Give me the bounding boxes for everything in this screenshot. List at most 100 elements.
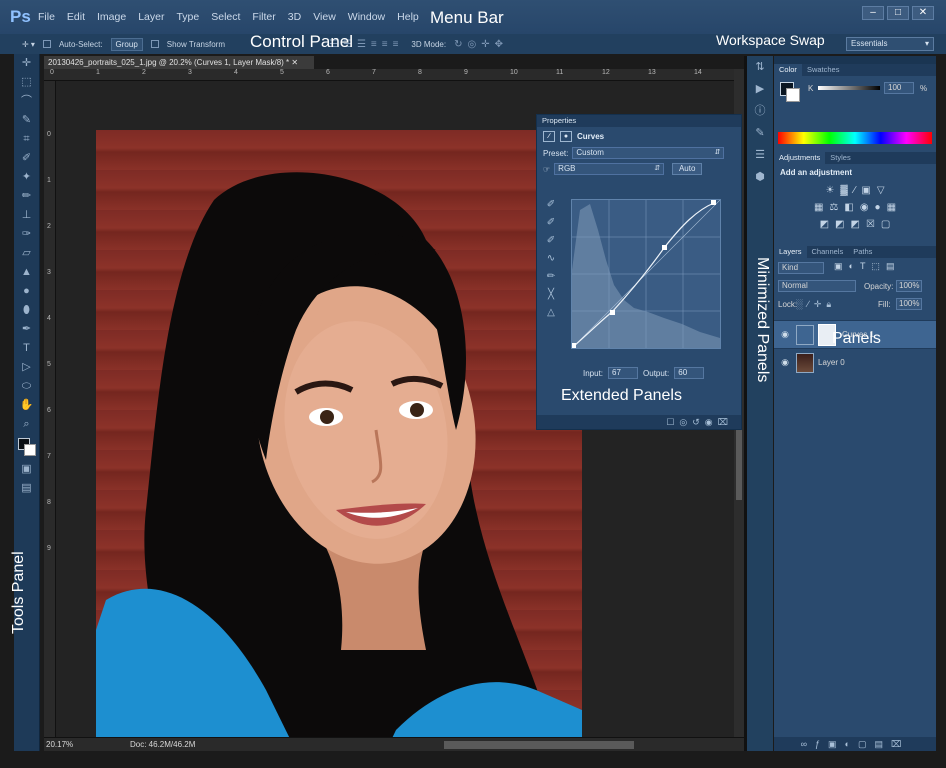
output-field[interactable]: 60	[674, 367, 705, 379]
gray-point-eyedropper-icon[interactable]: ✐	[541, 217, 561, 235]
visibility-eye-icon[interactable]: ◉	[774, 329, 796, 340]
visibility-eye-icon[interactable]: ◉	[774, 357, 796, 368]
lock-icons[interactable]: ░∕✛🔒︎	[796, 299, 836, 310]
background-color-swatch[interactable]	[24, 444, 36, 456]
fill-field[interactable]: 100%	[896, 298, 922, 310]
blur-tool-icon[interactable]: ●	[14, 282, 39, 301]
adjustment-icons[interactable]: ☀▓∕▣▽ ▦⚖◧◉●▦ ◩◩◩☒▢	[788, 182, 928, 233]
shape-tool-icon[interactable]: ⬭	[14, 377, 39, 396]
3d-mode-icons[interactable]: ↻◎✛✥	[454, 39, 508, 50]
menu-file[interactable]: File	[38, 11, 55, 23]
color-background-swatch[interactable]	[786, 88, 800, 102]
tab-color[interactable]: Color	[774, 64, 802, 76]
white-point-eyedropper-icon[interactable]: ✐	[541, 235, 561, 253]
lasso-tool-icon[interactable]: ⌒	[14, 92, 39, 111]
properties-tab[interactable]: Properties	[537, 115, 741, 127]
canvas-vertical-scroll-thumb[interactable]	[736, 430, 742, 500]
fill-label: Fill:	[878, 300, 891, 309]
move-tool-icon[interactable]: ✛ ▾	[22, 40, 35, 49]
curves-graph[interactable]	[571, 199, 721, 349]
type-tool-icon[interactable]: T	[14, 339, 39, 358]
curve-point-icon[interactable]: ∿	[541, 253, 561, 271]
layer-filter-icons[interactable]: ▣◐T⬚▤	[834, 261, 900, 272]
layer-name[interactable]: Layer 0	[818, 358, 845, 367]
brush-panel-icon[interactable]: ✎	[747, 122, 773, 144]
paint-bucket-tool-icon[interactable]: ▲	[14, 263, 39, 282]
healing-tool-icon[interactable]: ✦	[14, 168, 39, 187]
tab-styles[interactable]: Styles	[825, 152, 855, 164]
menu-image[interactable]: Image	[97, 11, 126, 23]
move-tool-icon[interactable]: ✛	[14, 54, 39, 73]
history-panel-icon[interactable]: ⇅	[747, 56, 773, 78]
color-spectrum[interactable]	[778, 132, 932, 144]
zoom-level[interactable]: 20.17%	[46, 738, 73, 752]
blend-mode-dropdown[interactable]: Normal	[778, 280, 856, 292]
eyedropper-tool-icon[interactable]: ✐	[14, 149, 39, 168]
minimize-button[interactable]: –	[862, 6, 884, 20]
layers-footer-icons[interactable]: ∞ƒ▣◐▢▤⌧	[774, 737, 936, 751]
clipping-icon[interactable]: △	[541, 307, 561, 325]
menu-select[interactable]: Select	[211, 11, 240, 23]
screen-mode-icon[interactable]: ▤	[14, 479, 39, 498]
eraser-tool-icon[interactable]: ▱	[14, 244, 39, 263]
pencil-icon[interactable]: ✏	[541, 271, 561, 289]
layer-row-layer-0[interactable]: ◉ Layer 0	[774, 348, 936, 376]
show-transform-checkbox[interactable]	[150, 40, 159, 48]
color-swatches[interactable]	[14, 434, 39, 460]
menu-layer[interactable]: Layer	[138, 11, 164, 23]
marquee-tool-icon[interactable]: ⬚	[14, 73, 39, 92]
menu-3d[interactable]: 3D	[288, 11, 301, 23]
close-button[interactable]: ✕	[912, 6, 934, 20]
menu-view[interactable]: View	[313, 11, 336, 23]
document-tab[interactable]: 20130426_portraits_025_1.jpg @ 20.2% (Cu…	[44, 56, 314, 69]
group-dropdown[interactable]: Group	[110, 37, 143, 51]
tool-presets-icon[interactable]: ☰	[747, 144, 773, 166]
close-tab-icon[interactable]: ✕	[291, 58, 298, 67]
target-adjust-icon[interactable]: ☞	[543, 165, 550, 174]
tab-paths[interactable]: Paths	[848, 246, 877, 258]
preset-dropdown[interactable]: Custom	[572, 147, 725, 159]
auto-select-checkbox[interactable]	[42, 40, 51, 48]
k-value-field[interactable]: 100	[884, 82, 914, 94]
ruler-label: 0	[50, 69, 54, 76]
canvas-horizontal-scroll-thumb[interactable]	[444, 741, 634, 749]
auto-button[interactable]: Auto	[672, 163, 703, 175]
maximize-button[interactable]: □	[887, 6, 909, 20]
k-slider[interactable]	[818, 86, 880, 90]
tab-channels[interactable]: Channels	[807, 246, 849, 258]
properties-footer-icons[interactable]: ☐◎↺◉⌧	[537, 415, 741, 429]
menu-filter[interactable]: Filter	[252, 11, 275, 23]
tab-layers[interactable]: Layers	[774, 246, 807, 258]
menu-help[interactable]: Help	[397, 11, 419, 23]
stamp-tool-icon[interactable]: ⊥	[14, 206, 39, 225]
menu-type[interactable]: Type	[176, 11, 199, 23]
smooth-icon[interactable]: ╳	[541, 289, 561, 307]
quick-select-tool-icon[interactable]: ✎	[14, 111, 39, 130]
pen-tool-icon[interactable]: ✒	[14, 320, 39, 339]
black-point-eyedropper-icon[interactable]: ✐	[541, 199, 561, 217]
opacity-field[interactable]: 100%	[896, 280, 922, 292]
tab-adjustments[interactable]: Adjustments	[774, 152, 826, 164]
portrait-photo[interactable]	[96, 130, 582, 751]
layer-kind-filter[interactable]: Kind	[778, 262, 824, 274]
brush-tool-icon[interactable]: ✏	[14, 187, 39, 206]
crop-tool-icon[interactable]: ⌗	[14, 130, 39, 149]
path-select-tool-icon[interactable]: ▷	[14, 358, 39, 377]
channel-dropdown[interactable]: RGB	[554, 163, 665, 175]
actions-panel-icon[interactable]: ▶	[747, 78, 773, 100]
history-brush-tool-icon[interactable]: ✑	[14, 225, 39, 244]
zoom-tool-icon[interactable]: ⌕	[14, 415, 39, 434]
workspace-dropdown[interactable]: Essentials	[846, 37, 934, 51]
properties-panel: Properties ∕ ● Curves Preset: Custom ☞ R…	[536, 114, 742, 430]
info-panel-icon[interactable]: ⓘ	[747, 100, 773, 122]
menu-edit[interactable]: Edit	[67, 11, 85, 23]
menu-window[interactable]: Window	[348, 11, 385, 23]
quick-mask-icon[interactable]: ▣	[14, 460, 39, 479]
tab-swatches[interactable]: Swatches	[802, 64, 845, 76]
mask-icon[interactable]: ●	[560, 130, 572, 142]
3d-panel-icon[interactable]: ⬢	[747, 166, 773, 188]
hand-tool-icon[interactable]: ✋	[14, 396, 39, 415]
dodge-tool-icon[interactable]: ⬮	[14, 301, 39, 320]
curves-adjustment-icon[interactable]: ∕	[543, 130, 555, 142]
input-field[interactable]: 67	[608, 367, 639, 379]
